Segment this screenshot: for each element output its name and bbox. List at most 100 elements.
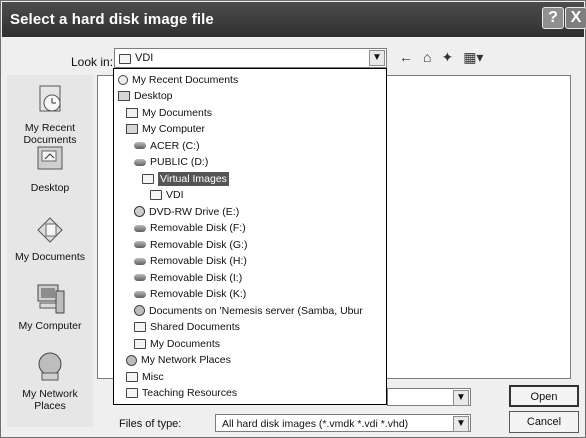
my-documents-icon xyxy=(126,107,138,118)
place-my-documents[interactable]: My Documents xyxy=(7,212,93,263)
list-item-label: Removable Disk (H:) xyxy=(150,255,247,267)
list-item-label: Documents on 'Nemesis server (Samba, Ubu… xyxy=(149,304,363,317)
files-of-type-label: Files of type: xyxy=(119,418,182,430)
my-documents-icon xyxy=(32,212,68,248)
list-item-label: Teaching Resources xyxy=(142,387,238,399)
look-in-list-item[interactable]: Misc xyxy=(126,369,164,384)
place-network-places[interactable]: My Network Places xyxy=(7,349,93,412)
look-in-dropdown-button[interactable]: ▼ xyxy=(369,50,385,66)
window-title: Select a hard disk image file xyxy=(10,11,214,28)
look-in-list-item[interactable]: Removable Disk (G:) xyxy=(134,237,247,252)
look-in-list-item[interactable]: My Documents xyxy=(134,336,220,351)
files-of-type-combobox[interactable]: All hard disk images (*.vmdk *.vdi *.vhd… xyxy=(215,414,471,432)
file-dialog: Select a hard disk image file ? X Look i… xyxy=(0,0,586,438)
look-in-list-item[interactable]: PUBLIC (D:) xyxy=(134,155,208,170)
file-name-combobox[interactable]: ▼ xyxy=(387,388,471,406)
look-in-list-item[interactable]: VDI xyxy=(150,188,184,203)
back-icon[interactable]: ← xyxy=(399,49,413,66)
cancel-button[interactable]: Cancel xyxy=(509,411,579,433)
drive-icon xyxy=(134,158,146,166)
list-item-label: Removable Disk (I:) xyxy=(150,271,243,284)
network-icon xyxy=(134,305,145,316)
folder-icon xyxy=(134,322,146,332)
look-in-combobox[interactable]: VDI ▼ xyxy=(114,48,387,68)
look-in-value: VDI xyxy=(135,52,154,64)
list-item-label: My Documents xyxy=(142,106,213,119)
desktop-icon xyxy=(118,91,130,101)
look-in-label: Look in: xyxy=(71,55,114,69)
drive-icon xyxy=(134,224,146,232)
look-in-list-item[interactable]: My Recent Documents xyxy=(118,72,238,87)
list-item-label: My Recent Documents xyxy=(132,73,239,86)
list-item-label: Shared Documents xyxy=(150,321,240,333)
new-folder-icon[interactable]: ✦ xyxy=(441,49,453,66)
title-bar: Select a hard disk image file ? X xyxy=(2,2,586,37)
help-icon: ? xyxy=(548,9,558,26)
folder-icon xyxy=(126,371,138,382)
drive-icon xyxy=(134,257,146,265)
list-item-label: My Documents xyxy=(150,337,221,350)
folder-icon xyxy=(119,54,131,64)
look-in-list-item[interactable]: Removable Disk (H:) xyxy=(134,254,247,269)
list-item-label: PUBLIC (D:) xyxy=(150,156,209,168)
look-in-list-item[interactable]: Virtual Images xyxy=(142,171,229,186)
place-recent-documents[interactable]: My Recent Documents xyxy=(7,83,93,146)
place-label: My Computer xyxy=(18,320,82,332)
list-item-label: My Network Places xyxy=(141,354,231,366)
file-name-dropdown-button[interactable]: ▼ xyxy=(453,390,469,406)
look-in-dropdown-list: My Recent Documents Desktop My Documents My… xyxy=(113,68,387,405)
folder-icon xyxy=(134,338,146,349)
folder-icon xyxy=(126,388,138,398)
my-computer-icon xyxy=(32,281,68,317)
list-item-label: Virtual Images xyxy=(158,171,229,186)
look-in-list-item[interactable]: Teaching Resources xyxy=(126,386,237,401)
list-item-label: Misc xyxy=(142,370,164,383)
help-button[interactable]: ? xyxy=(542,7,564,29)
up-folder-icon[interactable]: ⌂ xyxy=(423,49,431,66)
dvd-drive-icon xyxy=(134,206,145,217)
chevron-down-icon: ▼ xyxy=(456,418,466,429)
list-item-label: My Computer xyxy=(142,123,206,135)
list-item-label: Removable Disk (F:) xyxy=(150,222,246,234)
list-item-label: Desktop xyxy=(134,90,173,102)
chevron-down-icon: ▼ xyxy=(456,392,466,403)
look-in-list-item[interactable]: Removable Disk (F:) xyxy=(134,221,246,236)
look-in-list-item[interactable]: My Computer xyxy=(126,122,205,137)
list-item-label: ACER (C:) xyxy=(150,139,200,152)
list-item-label: DVD-RW Drive (E:) xyxy=(149,205,240,218)
folder-icon xyxy=(150,190,162,200)
network-places-icon xyxy=(32,349,68,385)
drive-icon xyxy=(134,142,146,149)
views-menu-icon[interactable]: ▦▾ xyxy=(463,49,483,66)
close-button[interactable]: X xyxy=(565,7,586,29)
open-button[interactable]: Open xyxy=(509,385,579,407)
desktop-icon xyxy=(32,143,68,179)
look-in-list-item[interactable]: Removable Disk (K:) xyxy=(134,287,246,302)
look-in-list-item[interactable]: Desktop xyxy=(118,89,173,104)
network-icon xyxy=(126,354,137,366)
list-item-label: Removable Disk (G:) xyxy=(150,238,248,251)
look-in-list-item[interactable]: ACER (C:) xyxy=(134,138,200,153)
drive-icon xyxy=(134,274,146,281)
toolbar: ← ⌂ ✦ ▦▾ xyxy=(399,49,483,66)
look-in-list-item[interactable]: DVD-RW Drive (E:) xyxy=(134,204,239,219)
place-label: Desktop xyxy=(30,182,70,194)
look-in-list-item[interactable]: My Documents xyxy=(126,105,212,120)
place-desktop[interactable]: Desktop xyxy=(7,143,93,194)
list-item-label: VDI xyxy=(166,189,184,201)
computer-icon xyxy=(126,124,138,134)
folder-icon xyxy=(142,173,154,184)
place-my-computer[interactable]: My Computer xyxy=(7,281,93,332)
recent-documents-icon xyxy=(118,74,128,85)
drive-icon xyxy=(134,241,146,248)
look-in-list-item[interactable]: Removable Disk (I:) xyxy=(134,270,242,285)
look-in-list-item[interactable]: Documents on 'Nemesis server (Samba, Ubu… xyxy=(134,303,363,318)
place-label: My Documents xyxy=(14,251,86,263)
files-of-type-value: All hard disk images (*.vmdk *.vdi *.vhd… xyxy=(222,418,409,430)
files-of-type-dropdown-button[interactable]: ▼ xyxy=(453,416,469,432)
list-item-label: Removable Disk (K:) xyxy=(150,288,247,300)
drive-icon xyxy=(134,290,146,298)
look-in-list-item[interactable]: My Network Places xyxy=(126,353,231,368)
recent-documents-icon xyxy=(32,83,68,119)
look-in-list-item[interactable]: Shared Documents xyxy=(134,320,240,335)
